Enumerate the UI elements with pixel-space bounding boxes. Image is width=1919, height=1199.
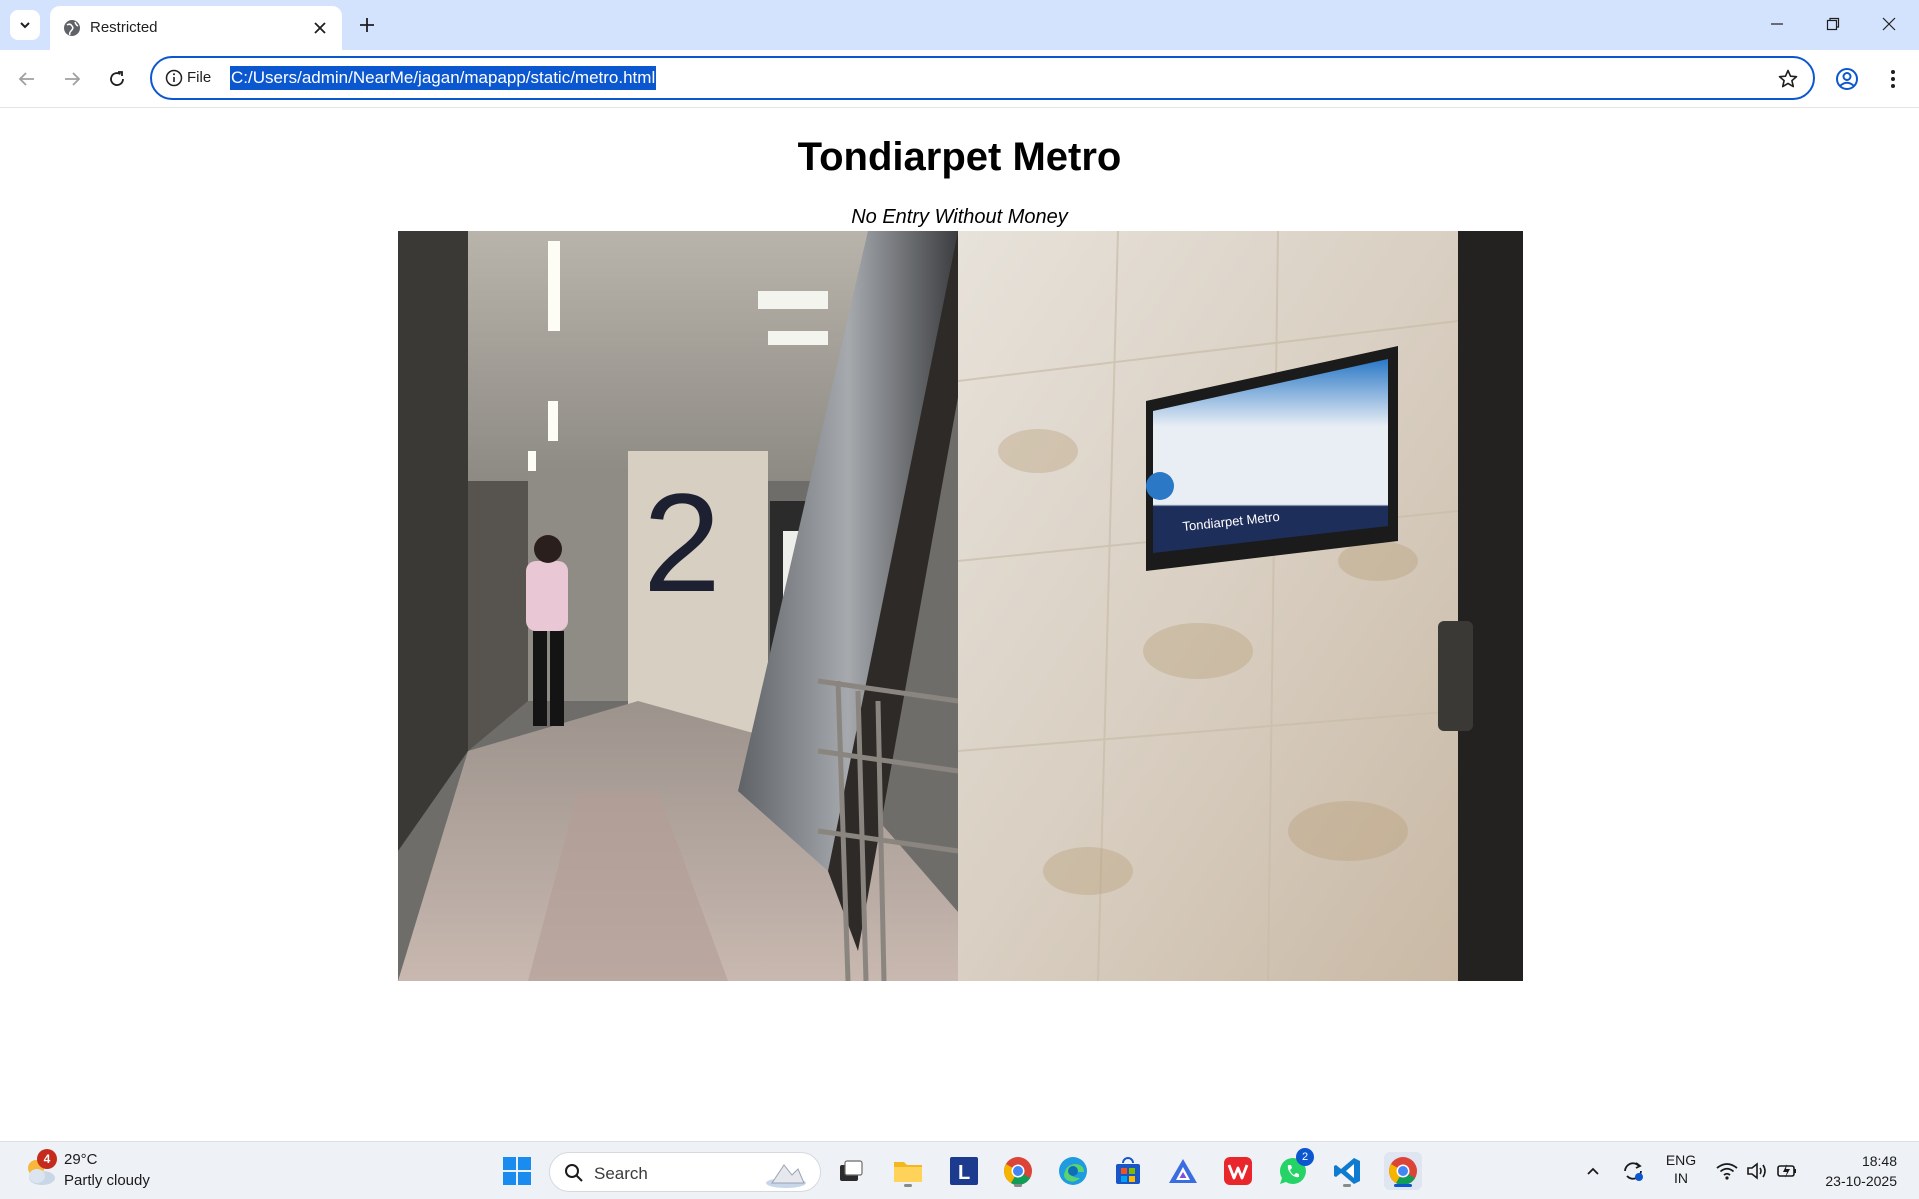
system-clock[interactable]: 18:48 23-10-2025 <box>1825 1151 1897 1191</box>
tab-title: Restricted <box>90 19 158 36</box>
browser-tab[interactable]: Restricted <box>50 6 342 50</box>
close-icon <box>314 22 326 34</box>
browser-toolbar: File C:/Users/admin/NearMe/jagan/mapapp/… <box>0 50 1919 108</box>
running-indicator <box>904 1184 912 1187</box>
tab-strip: Restricted <box>0 0 1919 50</box>
close-icon <box>1882 17 1896 31</box>
page-subtitle: No Entry Without Money <box>851 206 1068 228</box>
store-icon <box>1116 1157 1140 1184</box>
chevron-down-icon <box>20 22 30 29</box>
taskbar-app-whatsapp[interactable]: 2 <box>1274 1148 1314 1190</box>
weather-badge: 4 <box>37 1149 57 1169</box>
clock-time: 18:48 <box>1861 1153 1897 1169</box>
edge-icon <box>1059 1157 1087 1185</box>
windows-logo-icon <box>503 1157 531 1185</box>
plus-icon <box>360 18 374 32</box>
site-scheme-label[interactable]: File <box>187 69 211 86</box>
sync-status-button[interactable] <box>1614 1152 1652 1190</box>
language-indicator[interactable]: ENG IN <box>1660 1152 1702 1186</box>
running-indicator <box>1014 1184 1022 1187</box>
globe-icon <box>64 20 80 36</box>
more-vertical-icon <box>1891 70 1895 88</box>
profile-button[interactable] <box>1830 62 1864 96</box>
page-content: Tondiarpet Metro No Entry Without Money <box>0 109 1919 1141</box>
address-bar[interactable]: File C:/Users/admin/NearMe/jagan/mapapp/… <box>150 56 1815 100</box>
taskbar-app-edge[interactable] <box>1054 1152 1092 1190</box>
chrome-icon <box>1389 1157 1417 1185</box>
minimize-icon <box>1771 23 1783 25</box>
taskbar-search-box[interactable]: Search <box>549 1152 821 1192</box>
bookmark-star-icon[interactable] <box>1777 68 1799 90</box>
url-text[interactable]: C:/Users/admin/NearMe/jagan/mapapp/stati… <box>230 66 657 90</box>
new-tab-button[interactable] <box>352 10 382 40</box>
folder-icon <box>894 1162 922 1182</box>
chrome-icon <box>1004 1157 1032 1185</box>
arrow-left-icon <box>18 72 34 86</box>
sync-icon <box>1624 1162 1643 1181</box>
arrow-right-icon <box>65 72 81 86</box>
account-circle-icon <box>1836 68 1858 90</box>
taskbar-search-label: Search <box>594 1164 648 1183</box>
weather-condition: Partly cloudy <box>64 1172 150 1189</box>
battery-button[interactable] <box>1768 1152 1806 1190</box>
page-title: Tondiarpet Metro <box>797 135 1122 179</box>
taskbar-app-chrome[interactable] <box>999 1152 1037 1190</box>
taskbar-app-chrome-active[interactable] <box>1384 1152 1422 1190</box>
search-highlight-icon <box>766 1164 806 1188</box>
wps-icon <box>1224 1157 1252 1185</box>
l-app-letter: L <box>958 1162 970 1184</box>
taskbar-app-store[interactable] <box>1109 1152 1147 1190</box>
back-button[interactable] <box>10 62 44 96</box>
taskbar-app-file-explorer[interactable] <box>889 1152 927 1190</box>
info-icon[interactable] <box>164 68 184 88</box>
platform-number: 2 <box>643 464 721 621</box>
running-indicator <box>1394 1184 1412 1187</box>
chevron-up-icon <box>1587 1167 1599 1175</box>
taskbar-app-generic[interactable] <box>1164 1152 1202 1190</box>
reload-icon <box>110 71 124 86</box>
speaker-icon <box>1747 1162 1766 1180</box>
menu-button[interactable] <box>1876 62 1910 96</box>
show-hidden-icons-button[interactable] <box>1574 1152 1612 1190</box>
taskbar-app-wps[interactable] <box>1219 1152 1257 1190</box>
forward-button[interactable] <box>55 62 89 96</box>
running-indicator <box>1343 1184 1351 1187</box>
vscode-icon <box>1334 1158 1360 1184</box>
language-code: ENG <box>1665 1152 1697 1168</box>
taskbar-app-vscode[interactable] <box>1328 1152 1366 1190</box>
search-icon <box>565 1164 583 1182</box>
clock-date: 23-10-2025 <box>1825 1173 1897 1189</box>
task-view-icon <box>840 1160 863 1181</box>
windows-taskbar: 4 29°C Partly cloudy Search L 2 ENG IN 1… <box>0 1141 1919 1199</box>
reload-button[interactable] <box>100 62 134 96</box>
tab-search-button[interactable] <box>10 10 40 40</box>
taskbar-app-task-view[interactable] <box>832 1152 870 1190</box>
close-window-button[interactable] <box>1861 0 1917 48</box>
battery-charging-icon <box>1777 1164 1796 1178</box>
wifi-icon <box>1716 1163 1738 1180</box>
metro-station-photo: 2 Tondiarpet Metro <box>398 231 1523 981</box>
restore-icon <box>1826 17 1840 31</box>
minimize-button[interactable] <box>1749 0 1805 48</box>
triangle-app-icon <box>1169 1159 1197 1183</box>
taskbar-app-l[interactable]: L <box>945 1152 983 1190</box>
weather-temperature: 29°C <box>64 1151 98 1168</box>
restore-button[interactable] <box>1805 0 1861 48</box>
region-code: IN <box>1674 1170 1688 1186</box>
tab-close-button[interactable] <box>310 18 330 38</box>
whatsapp-badge: 2 <box>1296 1148 1314 1166</box>
start-button[interactable] <box>498 1152 536 1190</box>
l-app-icon: L <box>950 1157 978 1185</box>
